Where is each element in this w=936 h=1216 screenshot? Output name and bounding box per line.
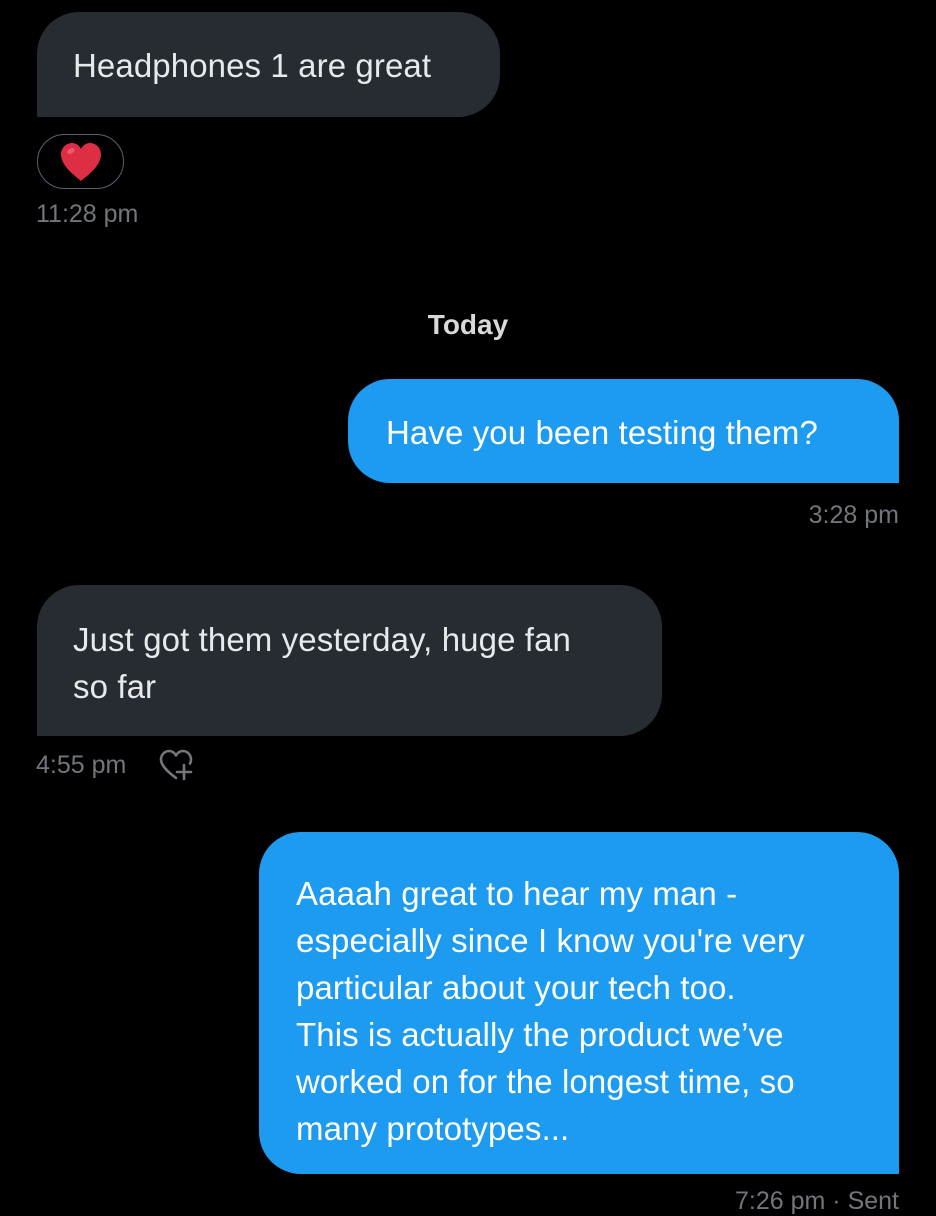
message-text-line: worked on for the longest time, so <box>296 1063 795 1100</box>
message-timestamp: 11:28 pm <box>36 200 139 228</box>
message-timestamp: 4:55 pm <box>36 751 127 779</box>
message-text-line: many prototypes... <box>296 1110 570 1147</box>
message-text-line: particular about your tech too. <box>296 969 736 1006</box>
message-text: Have you been testing them? <box>386 414 818 451</box>
message-text-line: Aaaah great to hear my man - <box>296 875 738 912</box>
heart-reaction-icon <box>60 142 101 181</box>
sent-message-bubble[interactable]: Aaaah great to hear my man - especially … <box>259 832 899 1174</box>
message-timestamp: 3:28 pm <box>808 501 899 529</box>
received-message-bubble[interactable]: Just got them yesterday, huge fan so far <box>37 585 662 736</box>
message-text-line: so far <box>73 668 157 705</box>
message-text: Headphones 1 are great <box>73 47 432 84</box>
message-text-line: Just got them yesterday, huge fan <box>73 621 571 658</box>
reaction-badge[interactable] <box>37 134 124 189</box>
message-timestamp: 7:26 pm · Sent <box>735 1187 899 1215</box>
add-reaction-button[interactable] <box>158 748 194 782</box>
heart-plus-icon <box>159 749 193 781</box>
message-text-line: This is actually the product we’ve <box>296 1016 784 1053</box>
received-message-bubble[interactable]: Headphones 1 are great <box>37 12 500 117</box>
message-text-line: especially since I know you're very <box>296 922 805 959</box>
sent-message-bubble[interactable]: Have you been testing them? <box>348 379 899 483</box>
date-divider: Today <box>427 309 509 340</box>
